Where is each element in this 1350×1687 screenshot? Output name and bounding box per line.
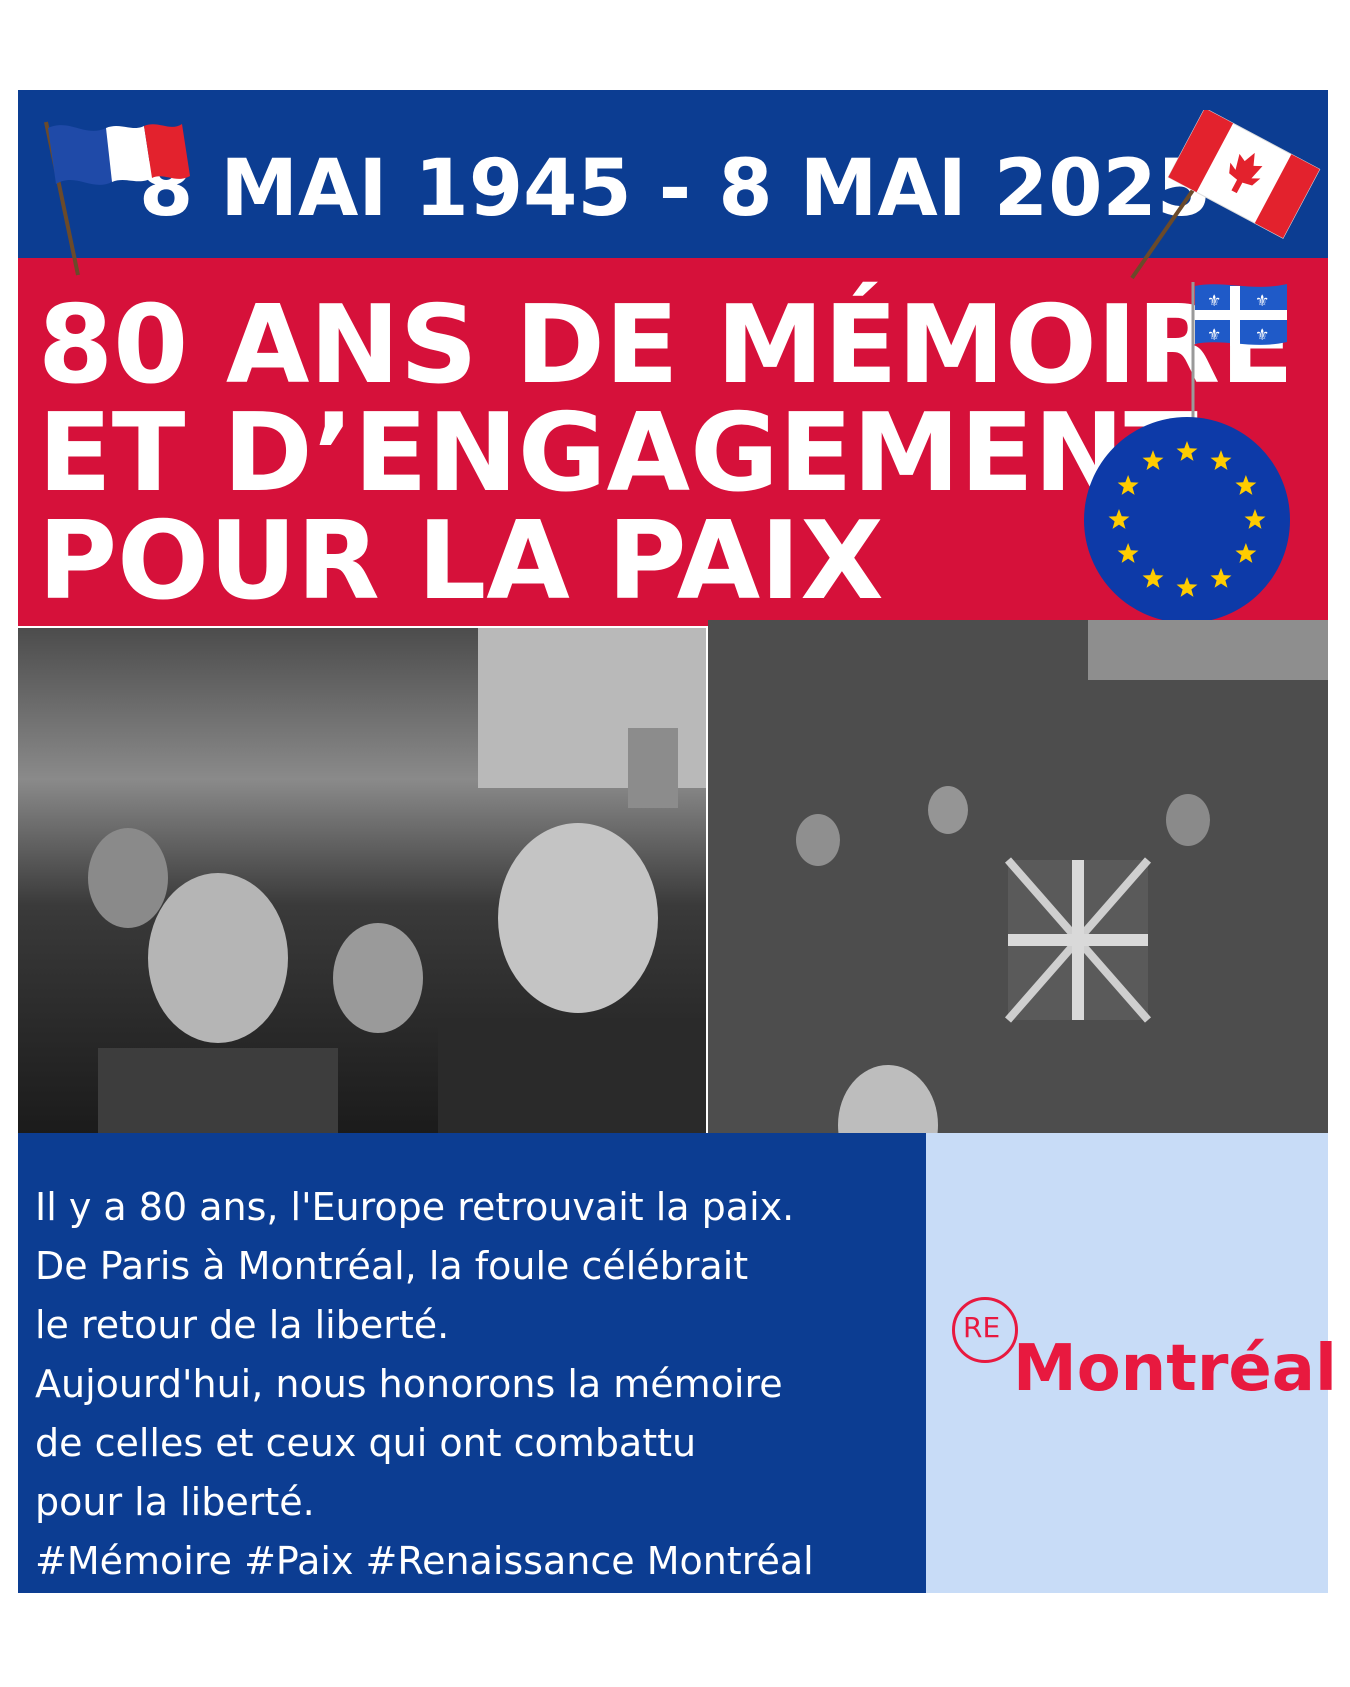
message-line-4: Aujourd'hui, nous honorons la mémoire bbox=[35, 1362, 783, 1406]
message-line-3: le retour de la liberté. bbox=[35, 1303, 450, 1347]
celebrating-crowd-photo bbox=[18, 628, 706, 1133]
eu-flag-icon bbox=[1084, 417, 1290, 623]
message-line-6: pour la liberté. bbox=[35, 1480, 315, 1524]
headline-line-1: 80 ANS DE MÉMOIRE bbox=[38, 283, 1294, 408]
canada-flag-icon bbox=[1130, 110, 1321, 280]
logo-prefix: RE bbox=[963, 1311, 1001, 1344]
svg-text:⚜: ⚜ bbox=[1255, 291, 1269, 310]
france-flag-icon bbox=[44, 121, 190, 276]
svg-text:⚜: ⚜ bbox=[1207, 291, 1221, 310]
message-line-5: de celles et ceux qui ont combattu bbox=[35, 1421, 697, 1465]
svg-text:⚜: ⚜ bbox=[1207, 325, 1221, 344]
svg-text:⚜: ⚜ bbox=[1255, 325, 1269, 344]
message-line-1: Il y a 80 ans, l'Europe retrouvait la pa… bbox=[35, 1185, 795, 1229]
message-line-2: De Paris à Montréal, la foule célébrait bbox=[35, 1244, 749, 1288]
headline-line-3: POUR LA PAIX bbox=[38, 499, 884, 624]
hashtags: #Mémoire #Paix #Renaissance Montréal bbox=[35, 1539, 814, 1583]
quebec-flag-icon: ⚜ ⚜ ⚜ ⚜ bbox=[1191, 282, 1287, 418]
headline-line-2: ET D’ENGAGEMENT bbox=[38, 391, 1198, 516]
crowd-with-union-jack-photo bbox=[708, 620, 1328, 1133]
logo-name: Montréal bbox=[1013, 1332, 1337, 1406]
